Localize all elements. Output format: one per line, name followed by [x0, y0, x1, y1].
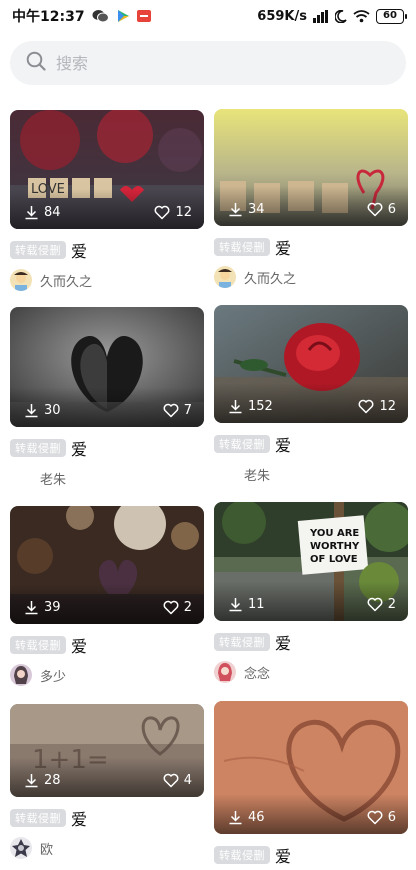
heart-icon — [367, 810, 383, 825]
wallpaper-thumbnail[interactable]: 46 6 — [214, 701, 408, 834]
wallpaper-thumbnail[interactable]: YOU ARE WORTHY OF LOVE 11 2 — [214, 502, 408, 621]
repost-tag: 转载侵删 — [214, 435, 270, 453]
author-name[interactable]: 久而久之 — [40, 271, 92, 290]
wallpaper-thumbnail[interactable]: 152 12 — [214, 305, 408, 423]
download-icon — [25, 774, 38, 788]
download-count: 30 — [24, 403, 61, 418]
card-title: 爱 — [275, 436, 292, 455]
author-row[interactable]: 久而久之 — [214, 265, 408, 289]
author-row[interactable]: 念念 — [214, 660, 408, 684]
download-icon — [229, 203, 242, 217]
download-count: 152 — [228, 399, 273, 414]
play-store-icon — [116, 9, 130, 23]
like-count[interactable]: 7 — [163, 403, 192, 418]
wallpaper-card[interactable]: 152 12 转载侵删 爱 老朱 — [214, 305, 408, 486]
card-title: 爱 — [275, 239, 292, 258]
avatar[interactable] — [214, 266, 236, 288]
network-speed: 659K/s — [257, 8, 307, 24]
wallpaper-thumbnail[interactable]: LOVE 84 12 — [10, 110, 204, 229]
download-icon — [229, 811, 242, 825]
search-input[interactable] — [56, 53, 356, 73]
repost-tag: 转载侵删 — [214, 238, 270, 256]
like-count[interactable]: 4 — [163, 773, 192, 788]
wallpaper-card[interactable]: LOVE 84 12 转载侵删 爱 久而久之 — [10, 110, 204, 292]
author-row[interactable]: 多少 — [10, 663, 204, 687]
heart-icon — [367, 597, 383, 612]
download-count: 39 — [24, 600, 61, 615]
search-icon — [26, 51, 46, 75]
wallpaper-card[interactable]: 34 6 转载侵删 爱 久而久之 — [214, 109, 408, 289]
moon-icon — [335, 9, 347, 23]
wallpaper-card[interactable]: YOU ARE WORTHY OF LOVE 11 2 转载侵删 爱 念念 — [214, 502, 408, 684]
wallpaper-thumbnail[interactable]: 34 6 — [214, 109, 408, 226]
author-name[interactable]: 多少 — [40, 666, 66, 685]
repost-tag: 转载侵删 — [214, 846, 270, 864]
author-name[interactable]: 老朱 — [40, 469, 66, 488]
red-app-icon — [136, 9, 151, 23]
like-count[interactable]: 12 — [358, 399, 396, 414]
wallpaper-thumbnail[interactable]: 30 7 — [10, 307, 204, 427]
download-icon — [25, 601, 38, 615]
download-count: 11 — [228, 597, 265, 612]
status-bar: 中午12:37 659K/s 60 — [0, 0, 416, 32]
wifi-icon — [353, 9, 370, 23]
heart-icon — [367, 202, 383, 217]
card-title: 爱 — [71, 810, 88, 829]
search-bar[interactable] — [10, 41, 406, 85]
author-name[interactable]: 久而久之 — [244, 268, 296, 287]
sign-line: WORTHY — [310, 541, 360, 552]
download-icon — [229, 400, 242, 414]
download-count: 46 — [228, 810, 265, 825]
author-name[interactable]: 欧 — [40, 839, 53, 858]
wallpaper-thumbnail[interactable]: 39 2 — [10, 506, 204, 624]
repost-tag: 转载侵删 — [10, 809, 66, 827]
like-count[interactable]: 2 — [163, 600, 192, 615]
card-title: 爱 — [275, 847, 292, 866]
like-count[interactable]: 6 — [367, 810, 396, 825]
card-title: 爱 — [71, 637, 88, 656]
battery-icon: 60 — [376, 8, 407, 24]
wallpaper-card[interactable]: 46 6 转载侵删 爱 — [214, 701, 408, 866]
author-row[interactable]: 老朱 — [214, 462, 408, 486]
heart-icon — [163, 403, 179, 418]
author-name[interactable]: 老朱 — [244, 465, 270, 484]
download-icon — [229, 598, 242, 612]
wechat-icon — [92, 9, 109, 23]
like-count[interactable]: 6 — [367, 202, 396, 217]
download-count: 34 — [228, 202, 265, 217]
sign-line: OF LOVE — [310, 554, 358, 565]
wallpaper-card[interactable]: 39 2 转载侵删 爱 多少 — [10, 506, 204, 687]
wallpaper-card[interactable]: 1+1= 28 4 转载侵删 爱 欧 — [10, 704, 204, 860]
heart-icon — [163, 773, 179, 788]
card-title: 爱 — [71, 242, 88, 261]
avatar[interactable] — [10, 269, 32, 291]
avatar[interactable] — [10, 664, 32, 686]
author-row[interactable]: 久而久之 — [10, 268, 204, 292]
wallpaper-card[interactable]: 30 7 转载侵删 爱 老朱 — [10, 307, 204, 490]
author-row[interactable]: 老朱 — [10, 466, 204, 490]
card-title: 爱 — [275, 634, 292, 653]
download-count: 84 — [24, 205, 61, 220]
repost-tag: 转载侵删 — [214, 633, 270, 651]
repost-tag: 转载侵删 — [10, 636, 66, 654]
repost-tag: 转载侵删 — [10, 439, 66, 457]
author-row[interactable]: 欧 — [10, 836, 204, 860]
heart-icon — [154, 205, 170, 220]
download-count: 28 — [24, 773, 61, 788]
card-title: 爱 — [71, 440, 88, 459]
status-time: 中午12:37 — [12, 9, 85, 25]
sign-line: YOU ARE — [309, 528, 359, 539]
download-icon — [25, 404, 38, 418]
repost-tag: 转载侵删 — [10, 241, 66, 259]
avatar[interactable] — [214, 661, 236, 683]
download-icon — [25, 206, 38, 220]
signal-hd-icon — [313, 9, 329, 23]
avatar[interactable] — [10, 837, 32, 859]
like-count[interactable]: 12 — [154, 205, 192, 220]
like-count[interactable]: 2 — [367, 597, 396, 612]
wallpaper-thumbnail[interactable]: 1+1= 28 4 — [10, 704, 204, 797]
author-name[interactable]: 念念 — [244, 663, 270, 682]
heart-icon — [163, 600, 179, 615]
heart-icon — [358, 399, 374, 414]
